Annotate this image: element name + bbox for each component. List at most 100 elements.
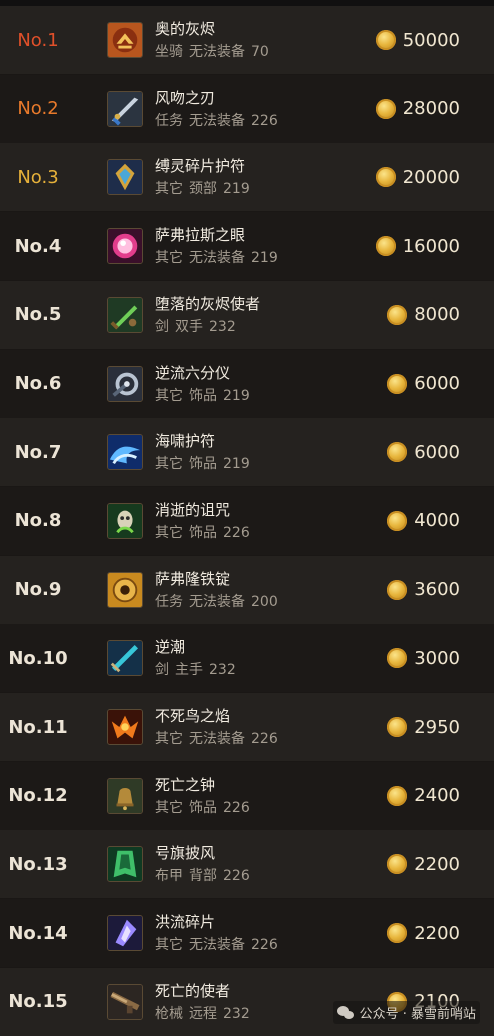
rank-label: No.15: [8, 991, 68, 1013]
price-value: 50000: [402, 29, 460, 51]
item-level: 232: [223, 1005, 250, 1022]
item-slot: 饰品: [189, 387, 217, 404]
item-slot: 无法装备: [189, 112, 245, 129]
rank-label: No.5: [14, 304, 62, 326]
list-item[interactable]: No.4 萨弗拉斯之眼 其它 无法装备 219 16000: [0, 212, 494, 281]
price-value: 20000: [402, 166, 460, 188]
item-name: 逆流六分仪: [155, 363, 231, 382]
list-item[interactable]: No.13 号旗披风布甲 背部 226 2200: [0, 830, 494, 899]
item-name: 缚灵碎片护符: [155, 157, 246, 176]
item-name: 奥的灰烬: [155, 20, 216, 38]
gold-coin-icon: [387, 579, 408, 600]
tsunami-icon: [107, 434, 143, 471]
blade-icon: [107, 90, 143, 127]
item-type: 坐骑: [155, 44, 183, 60]
rank-label: No.11: [8, 716, 68, 738]
price-value: 28000: [402, 98, 460, 120]
list-item[interactable]: No.14 洪流碎片 其它 无法装备 226 2200: [0, 899, 494, 968]
gold-coin-icon: [387, 373, 408, 394]
rank-label: No.12: [8, 785, 68, 807]
rank-label: No.3: [17, 166, 59, 188]
item-price: 16000: [375, 235, 460, 257]
price-value: 2950: [414, 716, 460, 738]
item-level: 232: [209, 318, 236, 335]
item-slot: 饰品: [189, 524, 217, 541]
item-name: 号旗披风: [155, 844, 216, 863]
item-slot: 背部: [189, 868, 217, 885]
cloak-icon: [107, 846, 143, 883]
item-type: 其它: [155, 456, 183, 473]
item-type: 其它: [155, 387, 183, 404]
item-name: 萨弗隆铁锭: [155, 569, 231, 588]
price-value: 2200: [414, 853, 460, 875]
item-meta: 任务 无法装备 226: [155, 110, 284, 130]
gold-coin-icon: [387, 304, 408, 325]
item-level: 219: [223, 181, 250, 198]
item-name: 洪流碎片: [155, 913, 216, 932]
item-meta: 剑双手 232: [155, 316, 242, 336]
item-slot: 双手: [175, 318, 203, 335]
item-level: 219: [223, 387, 250, 404]
price-value: 6000: [414, 373, 460, 394]
list-item[interactable]: No.5 堕落的灰烬使者剑双手 232 8000: [0, 280, 494, 349]
item-price: 8000: [387, 304, 460, 325]
gold-coin-icon: [387, 442, 408, 463]
item-meta: 其它 无法装备 226: [155, 934, 284, 954]
gold-coin-icon: [375, 236, 396, 257]
gold-coin-icon: [387, 854, 408, 875]
list-item[interactable]: No.9 萨弗隆铁锭 任务 无法装备 200 3600: [0, 555, 494, 624]
item-slot: 无法装备: [189, 44, 245, 60]
item-price: 20000: [375, 166, 460, 188]
rank-label: No.1: [17, 29, 59, 51]
item-slot: 远程: [189, 1005, 217, 1022]
item-meta: 坐骑 无法装备 70: [155, 41, 275, 61]
curse-icon: [107, 502, 143, 539]
gold-coin-icon: [387, 648, 408, 669]
item-level: 226: [251, 112, 278, 129]
price-value: 6000: [414, 441, 460, 463]
item-level: 219: [251, 250, 278, 267]
watermark-text: 公众号 · 暴雪前哨站: [359, 1007, 476, 1022]
list-item[interactable]: No.11 不死鸟之焰其它 无法装备 226 2950: [0, 693, 494, 761]
item-meta: 其它 饰品 219: [155, 453, 256, 473]
item-name: 不死鸟之焰: [155, 707, 231, 725]
item-slot: 无法装备: [189, 250, 245, 267]
item-type: 其它: [155, 181, 183, 198]
gold-coin-icon: [375, 98, 396, 119]
item-slot: 无法装备: [189, 593, 245, 610]
list-item[interactable]: No.6 逆流六分仪 其它 饰品 219 6000: [0, 349, 494, 418]
price-value: 3600: [414, 579, 460, 601]
item-meta: 其它 无法装备 226: [155, 728, 284, 748]
amulet-icon: [107, 159, 143, 196]
item-slot: 饰品: [189, 456, 217, 473]
list-item[interactable]: No.7 海啸护符 其它 饰品 219 6000: [0, 418, 494, 487]
list-item[interactable]: No.10 逆潮剑主手 232 3000: [0, 624, 494, 693]
list-item[interactable]: No.12 死亡之钟 其它 饰品 226 2400: [0, 761, 494, 830]
item-type: 枪械: [155, 1005, 183, 1022]
rank-label: No.10: [8, 647, 68, 669]
item-meta: 任务 无法装备 200: [155, 591, 284, 611]
gold-coin-icon: [387, 717, 408, 737]
item-price: 2200: [387, 923, 460, 944]
item-price: 6000: [387, 373, 460, 394]
price-value: 16000: [402, 235, 460, 257]
item-name: 萨弗拉斯之眼: [155, 226, 246, 245]
item-level: 226: [223, 868, 250, 885]
item-price: 6000: [387, 442, 460, 463]
rank-label: No.13: [8, 853, 68, 875]
item-type: 布甲: [155, 868, 183, 885]
item-price: 2950: [387, 717, 460, 738]
list-item[interactable]: No.8 消逝的诅咒 其它 饰品 226 4000: [0, 486, 494, 555]
list-item[interactable]: No.2 风吻之刃 任务 无法装备 226 28000: [0, 74, 494, 143]
list-item[interactable]: No.1 奥的灰烬坐骑 无法装备 70 50000: [0, 6, 494, 74]
bell-icon: [107, 777, 143, 814]
rank-label: No.4: [14, 235, 62, 257]
item-price: 3600: [387, 579, 460, 600]
item-level: 226: [223, 524, 250, 541]
item-name: 风吻之刃: [155, 88, 216, 107]
item-level: 200: [251, 593, 278, 610]
list-item[interactable]: No.3 缚灵碎片护符 其它 颈部 219 20000: [0, 143, 494, 212]
item-price: 50000: [375, 29, 460, 51]
price-value: 4000: [414, 510, 460, 532]
item-type: 剑: [155, 318, 169, 335]
